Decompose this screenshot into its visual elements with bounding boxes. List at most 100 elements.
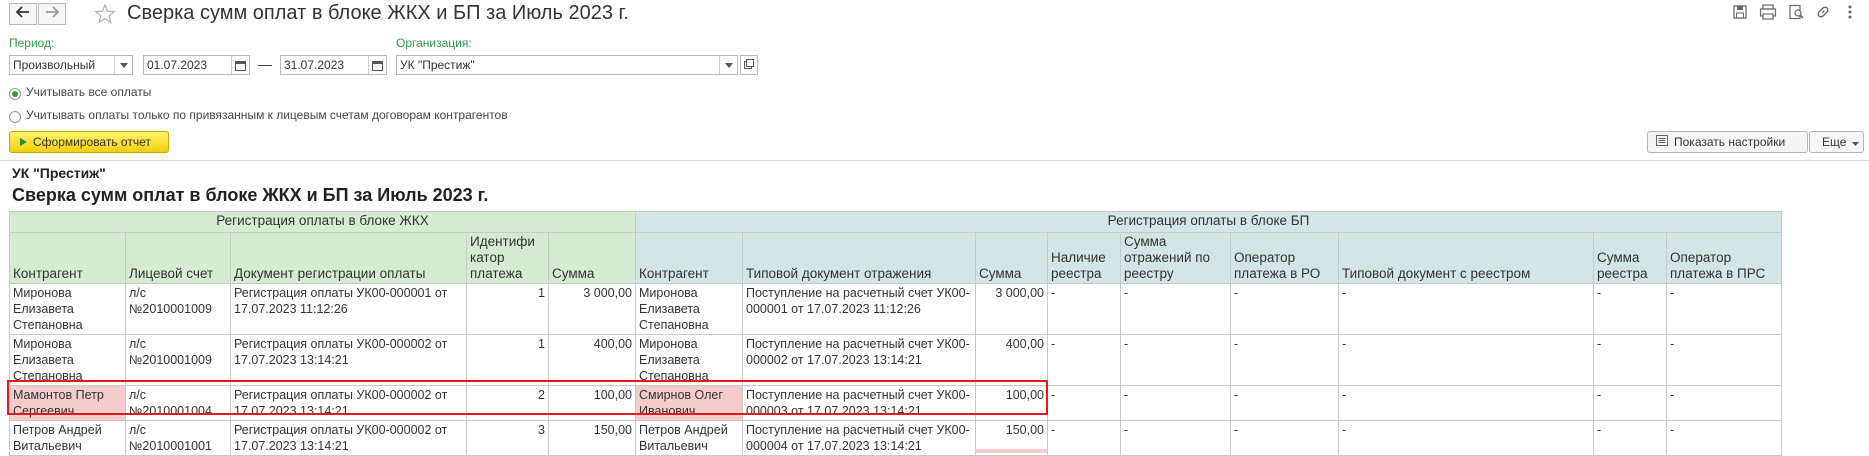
cell-registry-presence: - [1047,385,1121,421]
cell-bp-sum: 3 000,00 [975,283,1048,335]
cell-registry-sum: - [1120,334,1231,386]
table-column-header: Контрагент Лицевой счет Документ регистр… [9,232,1782,284]
cell-payment-id: 1 [466,334,549,386]
col-header-account: Лицевой счет [125,232,231,284]
more-vertical-icon [1847,4,1853,25]
calendar-icon[interactable] [231,56,249,74]
cell-registration-doc[interactable]: Регистрация оплаты УК00-000002 от 17.07.… [230,385,467,421]
cell-operator-ro: - [1230,334,1339,386]
cell-counterparty[interactable]: Миронова Елизавета Степановна [9,283,126,335]
cell-bp-sum: 100,00 [975,385,1048,421]
cell-bp-counterparty[interactable]: Миронова Елизавета Степановна [635,334,743,386]
cell-registry-sum: - [1120,283,1231,335]
col-header-registry-sum: Сумма отражений по реестру [1120,232,1231,284]
col-header-bp-sum: Сумма [975,232,1048,284]
more-actions-button[interactable] [1840,4,1860,24]
cell-operator-prs: - [1666,420,1782,456]
table-group-header: Регистрация оплаты в блоке ЖКХ Регистрац… [9,211,1782,233]
cell-counterparty[interactable]: Миронова Елизавета Степановна [9,334,126,386]
cell-typical-doc[interactable]: Поступление на расчетный счет УК00-00000… [742,334,976,386]
cell-account[interactable]: л/с №2010001004 [125,385,231,421]
cell-registration-doc[interactable]: Регистрация оплаты УК00-000001 от 17.07.… [230,283,467,335]
col-header-typical-doc-registry: Типовой документ с реестром [1338,232,1594,284]
col-header-registration-doc: Документ регистрации оплаты [230,232,467,284]
organization-select[interactable]: УК "Престиж" [396,55,738,75]
cell-typical-doc-registry: - [1338,385,1594,421]
cell-registration-doc[interactable]: Регистрация оплаты УК00-000002 от 17.07.… [230,420,467,456]
table-row: Миронова Елизавета Степановна л/с №20100… [9,283,1782,335]
cell-operator-prs: - [1666,334,1782,386]
cell-typical-doc[interactable]: Поступление на расчетный счет УК00-00000… [742,385,976,421]
all-payments-label[interactable]: Учитывать все оплаты [26,85,151,99]
generate-report-button[interactable]: Сформировать отчет [9,131,169,153]
open-window-icon [744,56,754,74]
report-divider [0,160,1869,161]
organization-value: УК "Престиж" [400,58,475,72]
open-organization-button[interactable] [740,55,758,75]
report-table: Регистрация оплаты в блоке ЖКХ Регистрац… [9,211,1782,456]
cell-registry-presence: - [1047,334,1121,386]
period-select[interactable]: Произвольный [9,55,133,75]
linked-payments-label[interactable]: Учитывать оплаты только по привязанным к… [26,108,508,122]
play-icon [20,135,27,149]
print-button[interactable] [1758,3,1778,25]
cell-payment-id: 3 [466,420,549,456]
col-header-registry-total: Сумма реестра [1593,232,1667,284]
cell-typical-doc[interactable]: Поступление на расчетный счет УК00-00000… [742,283,976,335]
cell-operator-prs: - [1666,283,1782,335]
back-button[interactable] [9,3,37,25]
date-to-value: 31.07.2023 [284,58,345,72]
col-header-counterparty: Контрагент [9,232,126,284]
cell-registry-total: - [1593,334,1667,386]
back-arrow-icon [15,5,30,23]
cell-registry-sum: - [1120,420,1231,456]
cell-registry-total: - [1593,283,1667,335]
cell-account[interactable]: л/с №2010001009 [125,283,231,335]
date-separator: — [258,56,272,72]
save-button[interactable] [1730,4,1750,24]
more-button[interactable]: Еще [1809,131,1864,153]
favorite-button[interactable] [94,3,116,25]
cell-account[interactable]: л/с №2010001009 [125,334,231,386]
date-from-field[interactable]: 01.07.2023 [143,55,250,75]
print-icon [1759,3,1777,25]
table-row-mismatch: Мамонтов Петр Сергеевич л/с №2010001004 … [9,385,1782,421]
show-settings-button[interactable]: Показать настройки [1647,131,1808,153]
table-row: Миронова Елизавета Степановна л/с №20100… [9,334,1782,386]
cell-typical-doc[interactable]: Поступление на расчетный счет УК00-00000… [742,420,976,456]
chevron-down-icon[interactable] [114,56,132,74]
cell-bp-sum: 400,00 [975,334,1048,386]
link-button[interactable] [1813,4,1833,24]
cell-counterparty[interactable]: Петров Андрей Витальевич [9,420,126,456]
cell-registry-presence: - [1047,420,1121,456]
cell-counterparty[interactable]: Мамонтов Петр Сергеевич [9,385,126,421]
cell-account[interactable]: л/с №2010001001 [125,420,231,456]
save-icon [1732,4,1748,25]
cell-sum: 150,00 [548,420,636,456]
table-row: Петров Андрей Витальевич л/с №2010001001… [9,420,1782,456]
cell-typical-doc-registry: - [1338,283,1594,335]
organization-label: Организация: [396,36,472,50]
preview-button[interactable] [1786,4,1806,24]
cell-typical-doc-registry: - [1338,420,1594,456]
date-from-value: 01.07.2023 [147,58,208,72]
cell-sum: 100,00 [548,385,636,421]
chevron-down-icon [1852,135,1860,149]
chevron-down-icon[interactable] [719,56,737,74]
cell-sum: 400,00 [548,334,636,386]
forward-arrow-icon [45,5,60,23]
group-header-gkh: Регистрация оплаты в блоке ЖКХ [9,211,636,233]
linked-payments-radio[interactable] [9,111,21,123]
all-payments-radio[interactable] [9,88,21,100]
settings-list-icon [1656,135,1668,149]
cell-registration-doc[interactable]: Регистрация оплаты УК00-000002 от 17.07.… [230,334,467,386]
calendar-icon[interactable] [368,56,386,74]
cell-bp-counterparty[interactable]: Смирнов Олег Иванович [635,385,743,421]
date-to-field[interactable]: 31.07.2023 [280,55,387,75]
cell-typical-doc-registry: - [1338,334,1594,386]
cell-operator-ro: - [1230,283,1339,335]
cell-bp-counterparty[interactable]: Миронова Елизавета Степановна [635,283,743,335]
cell-bp-counterparty[interactable]: Петров Андрей Витальевич [635,420,743,456]
cell-payment-id: 2 [466,385,549,421]
forward-button[interactable] [38,3,66,25]
